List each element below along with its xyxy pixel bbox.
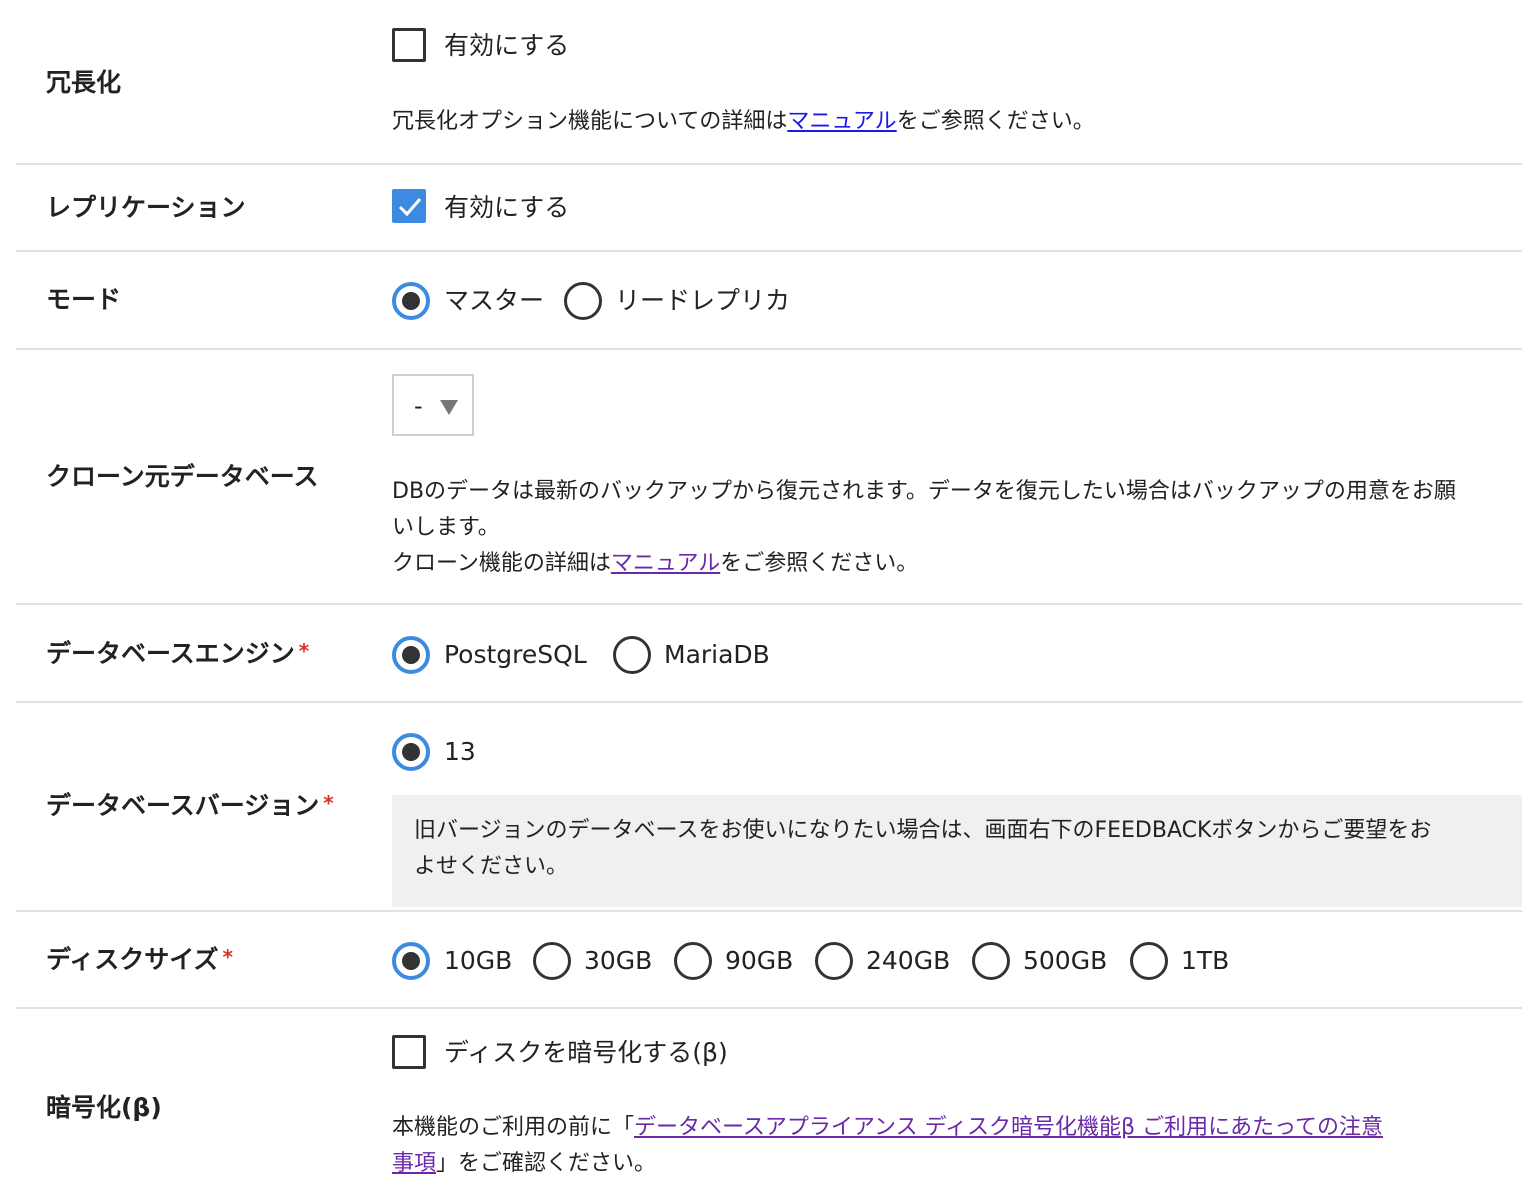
- redundancy-manual-link[interactable]: マニュアル: [787, 109, 896, 134]
- redundancy-label: 冗長化: [46, 68, 122, 97]
- encryption-notes-link[interactable]: データベースアプライアンス ディスク暗号化機能β ご利用にあたっての注意: [634, 1115, 1383, 1140]
- mode-radio-read-replica[interactable]: [564, 282, 602, 320]
- mode-label: モード: [46, 285, 122, 314]
- mode-radio-master[interactable]: [392, 282, 430, 320]
- required-mark: *: [222, 945, 233, 969]
- encryption-checkbox-label[interactable]: ディスクを暗号化する(β): [444, 1040, 728, 1065]
- required-mark: *: [323, 791, 334, 815]
- disk-radio-1tb[interactable]: [1130, 942, 1168, 980]
- checkmark-icon: [398, 198, 422, 217]
- disk-option-1tb[interactable]: 1TB: [1181, 948, 1229, 973]
- clone-manual-link[interactable]: マニュアル: [611, 551, 720, 576]
- disk-option-10gb[interactable]: 10GB: [444, 948, 512, 973]
- version-notice: 旧バージョンのデータベースをお使いになりたい場合は、画面右下のFEEDBACKボ…: [392, 795, 1522, 907]
- engine-option-postgresql[interactable]: PostgreSQL: [444, 642, 587, 667]
- engine-label: データベースエンジン *: [46, 639, 310, 668]
- disk-radio-10gb[interactable]: [392, 942, 430, 980]
- clone-source-help-line1: DBのデータは最新のバックアップから復元されます。データを復元したい場合はバック…: [392, 479, 1456, 504]
- replication-checkbox-label[interactable]: 有効にする: [444, 195, 569, 220]
- version-notice-line2: よせください。: [414, 854, 569, 879]
- engine-radio-mariadb[interactable]: [613, 636, 651, 674]
- disk-size-label: ディスクサイズ *: [46, 945, 233, 974]
- mode-option-read-replica[interactable]: リードレプリカ: [615, 288, 790, 313]
- disk-option-90gb[interactable]: 90GB: [725, 948, 793, 973]
- disk-radio-500gb[interactable]: [972, 942, 1010, 980]
- redundancy-help: 冗長化オプション機能についての詳細はマニュアルをご参照ください。: [392, 109, 1095, 134]
- redundancy-row: [16, 0, 1522, 165]
- encryption-help-line2: 事項」をご確認ください。: [392, 1151, 657, 1176]
- clone-source-help-line2: いします。: [392, 515, 500, 540]
- clone-source-help-line3: クローン機能の詳細はマニュアルをご参照ください。: [392, 551, 919, 576]
- encryption-help-line1: 本機能のご利用の前に「データベースアプライアンス ディスク暗号化機能β ご利用に…: [392, 1115, 1383, 1140]
- version-notice-line1: 旧バージョンのデータベースをお使いになりたい場合は、画面右下のFEEDBACKボ…: [414, 818, 1432, 843]
- replication-checkbox[interactable]: [392, 189, 426, 223]
- engine-option-mariadb[interactable]: MariaDB: [664, 642, 770, 667]
- caret-down-icon: [440, 400, 458, 415]
- replication-label: レプリケーション: [46, 193, 246, 222]
- version-option-13[interactable]: 13: [444, 739, 476, 764]
- version-label: データベースバージョン *: [46, 791, 334, 820]
- mode-option-master[interactable]: マスター: [444, 288, 544, 313]
- encryption-checkbox[interactable]: [392, 1035, 426, 1069]
- disk-radio-30gb[interactable]: [533, 942, 571, 980]
- database-settings-form: 冗長化 有効にする 冗長化オプション機能についての詳細はマニュアルをご参照くださ…: [0, 0, 1536, 1200]
- disk-radio-240gb[interactable]: [815, 942, 853, 980]
- disk-option-240gb[interactable]: 240GB: [866, 948, 950, 973]
- encryption-notes-link-continued[interactable]: 事項: [392, 1151, 436, 1176]
- clone-source-label: クローン元データベース: [46, 462, 319, 491]
- engine-radio-postgresql[interactable]: [392, 636, 430, 674]
- disk-option-500gb[interactable]: 500GB: [1023, 948, 1107, 973]
- encryption-row: [16, 1009, 1522, 1200]
- required-mark: *: [298, 639, 310, 663]
- encryption-label: 暗号化(β): [46, 1093, 162, 1122]
- disk-option-30gb[interactable]: 30GB: [584, 948, 652, 973]
- version-radio-13[interactable]: [392, 733, 430, 771]
- clone-source-select-value: -: [414, 392, 423, 420]
- disk-radio-90gb[interactable]: [674, 942, 712, 980]
- redundancy-checkbox-label[interactable]: 有効にする: [444, 33, 569, 58]
- redundancy-checkbox[interactable]: [392, 28, 426, 62]
- clone-source-select[interactable]: -: [392, 374, 474, 436]
